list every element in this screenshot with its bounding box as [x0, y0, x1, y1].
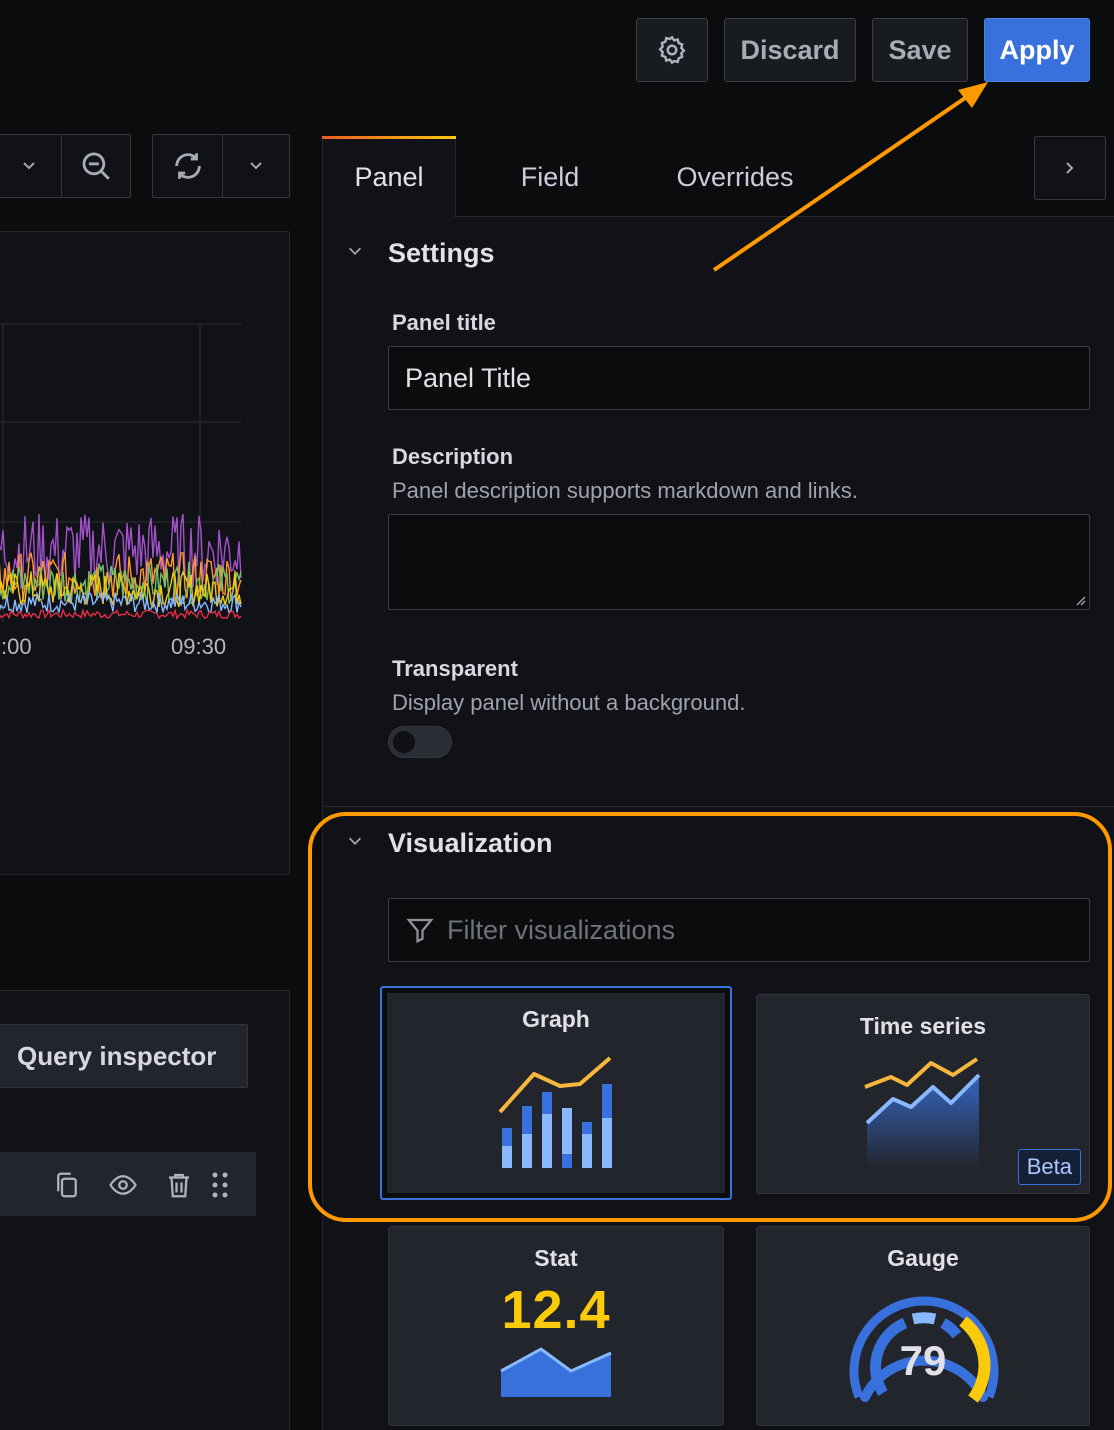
eye-icon[interactable]	[108, 1170, 138, 1200]
transparent-help: Display panel without a background.	[392, 690, 746, 715]
stat-viz-sparkline-icon	[500, 1347, 612, 1397]
viz-card-gauge[interactable]: Gauge 79	[756, 1226, 1090, 1426]
duplicate-icon[interactable]	[52, 1170, 82, 1200]
viz-card-title: Gauge	[887, 1245, 959, 1271]
x-tick-label: 09:30	[171, 634, 227, 659]
panel-title-value: Panel Title	[405, 362, 532, 393]
toggle-knob	[393, 731, 415, 753]
gauge-viz-value: 79	[899, 1337, 947, 1384]
description-help: Panel description supports markdown and …	[392, 478, 858, 503]
section-divider	[322, 806, 1114, 807]
transparent-label: Transparent	[392, 656, 518, 681]
drag-handle-icon[interactable]	[208, 1170, 232, 1200]
panel-title-input[interactable]: Panel Title	[388, 346, 1090, 410]
description-label: Description	[392, 444, 514, 469]
transparent-toggle[interactable]	[388, 726, 452, 758]
panel-title-label: Panel title	[392, 310, 496, 335]
arrow-annotation	[712, 82, 988, 272]
query-row-header	[0, 1152, 256, 1216]
resize-handle-icon[interactable]	[1074, 594, 1086, 606]
viz-card-stat[interactable]: Stat 12.4	[388, 1226, 724, 1426]
query-inspector-button[interactable]: Query inspector	[0, 1024, 248, 1088]
x-tick-label: :00	[1, 634, 32, 659]
description-textarea[interactable]	[388, 514, 1090, 610]
stat-viz-value: 12.4	[501, 1280, 611, 1340]
trash-icon[interactable]	[164, 1170, 194, 1200]
graph-series-line	[0, 607, 242, 620]
viz-card-title: Stat	[534, 1245, 578, 1271]
visualization-highlight-outline	[308, 812, 1112, 1222]
graph-preview-panel: :00 09:30	[0, 231, 290, 875]
